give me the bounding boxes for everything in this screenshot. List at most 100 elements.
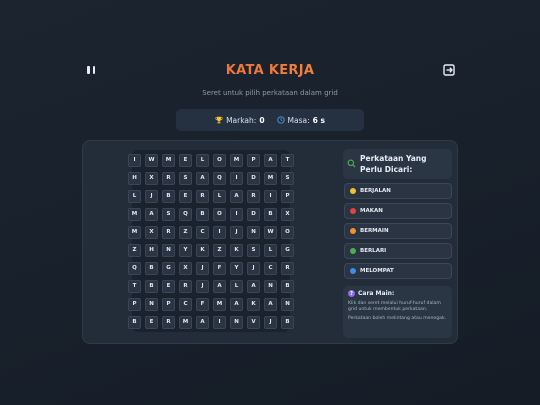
grid-cell[interactable]: A — [196, 171, 209, 185]
grid-cell[interactable]: B — [128, 315, 141, 329]
grid-cell[interactable]: N — [264, 279, 277, 293]
grid-cell[interactable]: D — [247, 171, 260, 185]
grid-cell[interactable]: X — [179, 261, 192, 275]
grid-cell[interactable]: S — [162, 207, 175, 221]
grid-cell[interactable]: A — [213, 279, 226, 293]
grid-cell[interactable]: R — [196, 189, 209, 203]
grid-cell[interactable]: K — [230, 243, 243, 257]
grid-cell[interactable]: N — [247, 225, 260, 239]
grid-cell[interactable]: R — [162, 171, 175, 185]
grid-cell[interactable]: N — [230, 315, 243, 329]
grid-cell[interactable]: R — [162, 225, 175, 239]
grid-cell[interactable]: J — [264, 315, 277, 329]
grid-cell[interactable]: M — [230, 153, 243, 167]
grid-cell[interactable]: A — [230, 189, 243, 203]
grid-cell[interactable]: P — [247, 153, 260, 167]
grid-cell[interactable]: B — [162, 189, 175, 203]
grid-cell[interactable]: Q — [179, 207, 192, 221]
grid-cell[interactable]: S — [281, 171, 294, 185]
grid-cell[interactable]: C — [196, 225, 209, 239]
grid-cell[interactable]: Y — [230, 261, 243, 275]
grid-cell[interactable]: Y — [179, 243, 192, 257]
grid-cell[interactable]: I — [264, 189, 277, 203]
grid-cell[interactable]: T — [281, 153, 294, 167]
grid-cell[interactable]: C — [179, 297, 192, 311]
grid-cell[interactable]: I — [213, 225, 226, 239]
grid-cell[interactable]: R — [179, 279, 192, 293]
grid-cell[interactable]: M — [162, 153, 175, 167]
grid-cell[interactable]: K — [196, 243, 209, 257]
grid-cell[interactable]: G — [162, 261, 175, 275]
grid-cell[interactable]: W — [145, 153, 158, 167]
grid-cell[interactable]: M — [128, 225, 141, 239]
grid-cell[interactable]: B — [145, 261, 158, 275]
grid-cell[interactable]: M — [264, 171, 277, 185]
grid-cell[interactable]: A — [264, 297, 277, 311]
grid-cell[interactable]: P — [128, 297, 141, 311]
grid-cell[interactable]: H — [128, 171, 141, 185]
grid-cell[interactable]: A — [264, 153, 277, 167]
grid-cell[interactable]: J — [230, 225, 243, 239]
grid-cell[interactable]: K — [247, 297, 260, 311]
grid-cell[interactable]: I — [128, 153, 141, 167]
grid-cell[interactable]: P — [281, 189, 294, 203]
grid-cell[interactable]: B — [196, 207, 209, 221]
grid-cell[interactable]: Q — [128, 261, 141, 275]
grid-cell[interactable]: B — [281, 279, 294, 293]
grid-cell[interactable]: L — [264, 243, 277, 257]
grid-cell[interactable]: R — [247, 189, 260, 203]
grid-cell[interactable]: M — [213, 297, 226, 311]
grid-cell[interactable]: S — [247, 243, 260, 257]
grid-cell[interactable]: A — [196, 315, 209, 329]
grid-cell[interactable]: N — [281, 297, 294, 311]
grid-cell[interactable]: N — [162, 243, 175, 257]
grid-cell[interactable]: L — [128, 189, 141, 203]
grid-cell[interactable]: O — [213, 207, 226, 221]
grid-cell[interactable]: C — [264, 261, 277, 275]
grid-cell[interactable]: E — [179, 189, 192, 203]
grid-cell[interactable]: I — [230, 171, 243, 185]
grid-cell[interactable]: Q — [213, 171, 226, 185]
grid-cell[interactable]: O — [281, 225, 294, 239]
grid-cell[interactable]: B — [281, 315, 294, 329]
grid-cell[interactable]: I — [230, 207, 243, 221]
grid-cell[interactable]: Z — [128, 243, 141, 257]
grid-cell[interactable]: L — [230, 279, 243, 293]
grid-cell[interactable]: L — [213, 189, 226, 203]
grid-cell[interactable]: F — [196, 297, 209, 311]
grid-cell[interactable]: H — [145, 243, 158, 257]
grid-cell[interactable]: L — [196, 153, 209, 167]
grid-cell[interactable]: F — [213, 261, 226, 275]
grid-cell[interactable]: P — [162, 297, 175, 311]
grid-cell[interactable]: G — [281, 243, 294, 257]
grid-cell[interactable]: N — [145, 297, 158, 311]
grid-cell[interactable]: B — [264, 207, 277, 221]
grid-cell[interactable]: J — [196, 279, 209, 293]
grid-cell[interactable]: E — [179, 153, 192, 167]
grid-cell[interactable]: E — [145, 315, 158, 329]
grid-cell[interactable]: X — [281, 207, 294, 221]
grid-cell[interactable]: A — [145, 207, 158, 221]
grid-cell[interactable]: S — [179, 171, 192, 185]
grid-cell[interactable]: J — [247, 261, 260, 275]
grid-cell[interactable]: Z — [213, 243, 226, 257]
grid-cell[interactable]: E — [162, 279, 175, 293]
grid-cell[interactable]: J — [145, 189, 158, 203]
grid-cell[interactable]: A — [230, 297, 243, 311]
grid-cell[interactable]: Z — [179, 225, 192, 239]
grid-cell[interactable]: B — [145, 279, 158, 293]
grid-cell[interactable]: X — [145, 225, 158, 239]
grid-cell[interactable]: J — [196, 261, 209, 275]
grid-cell[interactable]: A — [247, 279, 260, 293]
grid-cell[interactable]: I — [213, 315, 226, 329]
exit-icon[interactable] — [442, 63, 456, 77]
grid-cell[interactable]: R — [162, 315, 175, 329]
grid-cell[interactable]: R — [281, 261, 294, 275]
grid-cell[interactable]: M — [128, 207, 141, 221]
grid-cell[interactable]: D — [247, 207, 260, 221]
grid-cell[interactable]: X — [145, 171, 158, 185]
grid-cell[interactable]: W — [264, 225, 277, 239]
grid-cell[interactable]: V — [247, 315, 260, 329]
grid-cell[interactable]: T — [128, 279, 141, 293]
letter-grid[interactable]: IWMELOMPATHXRSAQIDMSLJBERLARIPMASQBOIDBX… — [128, 150, 294, 332]
